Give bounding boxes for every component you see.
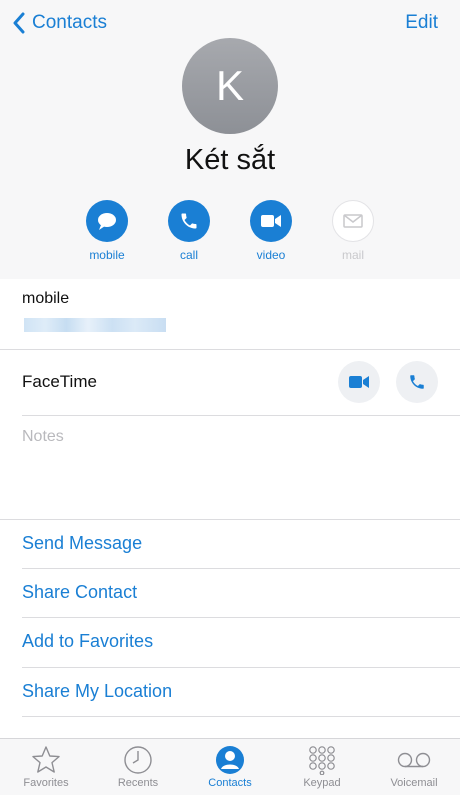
facetime-video-button[interactable] (338, 361, 380, 403)
tab-keypad-label: Keypad (303, 777, 341, 789)
share-contact-link[interactable]: Share Contact (22, 582, 137, 603)
message-icon (86, 200, 128, 242)
message-action[interactable]: mobile (77, 200, 137, 262)
video-icon (250, 200, 292, 242)
tab-favorites[interactable]: Favorites (0, 745, 92, 789)
person-icon (216, 746, 244, 774)
clock-icon (124, 746, 152, 774)
star-icon (32, 746, 60, 773)
send-message-link[interactable]: Send Message (22, 533, 142, 554)
edit-button[interactable]: Edit (405, 12, 438, 34)
chevron-left-icon (13, 12, 25, 34)
phone-icon (168, 200, 210, 242)
message-action-label: mobile (89, 248, 125, 262)
facetime-label: FaceTime (22, 372, 97, 391)
share-location-link[interactable]: Share My Location (22, 681, 172, 702)
video-icon (349, 376, 369, 388)
divider (22, 568, 460, 569)
notes-field[interactable]: Notes (22, 428, 64, 446)
tab-recents-label: Recents (117, 777, 159, 789)
call-action[interactable]: call (159, 200, 219, 262)
avatar-initial: K (215, 62, 244, 109)
mail-icon (332, 200, 374, 242)
mail-action: mail (323, 200, 383, 262)
divider (22, 716, 460, 717)
mail-action-label: mail (341, 248, 364, 262)
tab-voicemail[interactable]: Voicemail (368, 745, 460, 789)
back-label: Contacts (32, 12, 107, 33)
phone-icon (410, 375, 424, 389)
voicemail-icon (397, 752, 431, 768)
phone-field-label: mobile (22, 290, 70, 307)
video-action[interactable]: video (241, 200, 301, 262)
tab-contacts-label: Contacts (208, 777, 252, 789)
avatar: K (182, 38, 278, 134)
divider (0, 519, 460, 520)
tab-recents[interactable]: Recents (92, 745, 184, 789)
divider (22, 617, 460, 618)
tab-contacts[interactable]: Contacts (184, 745, 276, 789)
add-to-favorites-link[interactable]: Add to Favorites (22, 631, 153, 652)
keypad-icon (309, 746, 335, 775)
phone-number-redacted[interactable] (24, 318, 166, 332)
tab-favorites-label: Favorites (23, 777, 69, 789)
back-button[interactable]: Contacts (12, 10, 107, 36)
divider (0, 349, 460, 350)
facetime-audio-button[interactable] (396, 361, 438, 403)
divider (22, 667, 460, 668)
tab-bar: Favorites Recents Contacts Keypad Voicem… (0, 738, 460, 795)
tab-voicemail-label: Voicemail (390, 777, 438, 789)
tab-keypad[interactable]: Keypad (276, 745, 368, 789)
call-action-label: call (179, 248, 198, 262)
contact-name: Két sắt (184, 144, 276, 176)
divider (22, 415, 460, 416)
video-action-label: video (256, 248, 286, 262)
